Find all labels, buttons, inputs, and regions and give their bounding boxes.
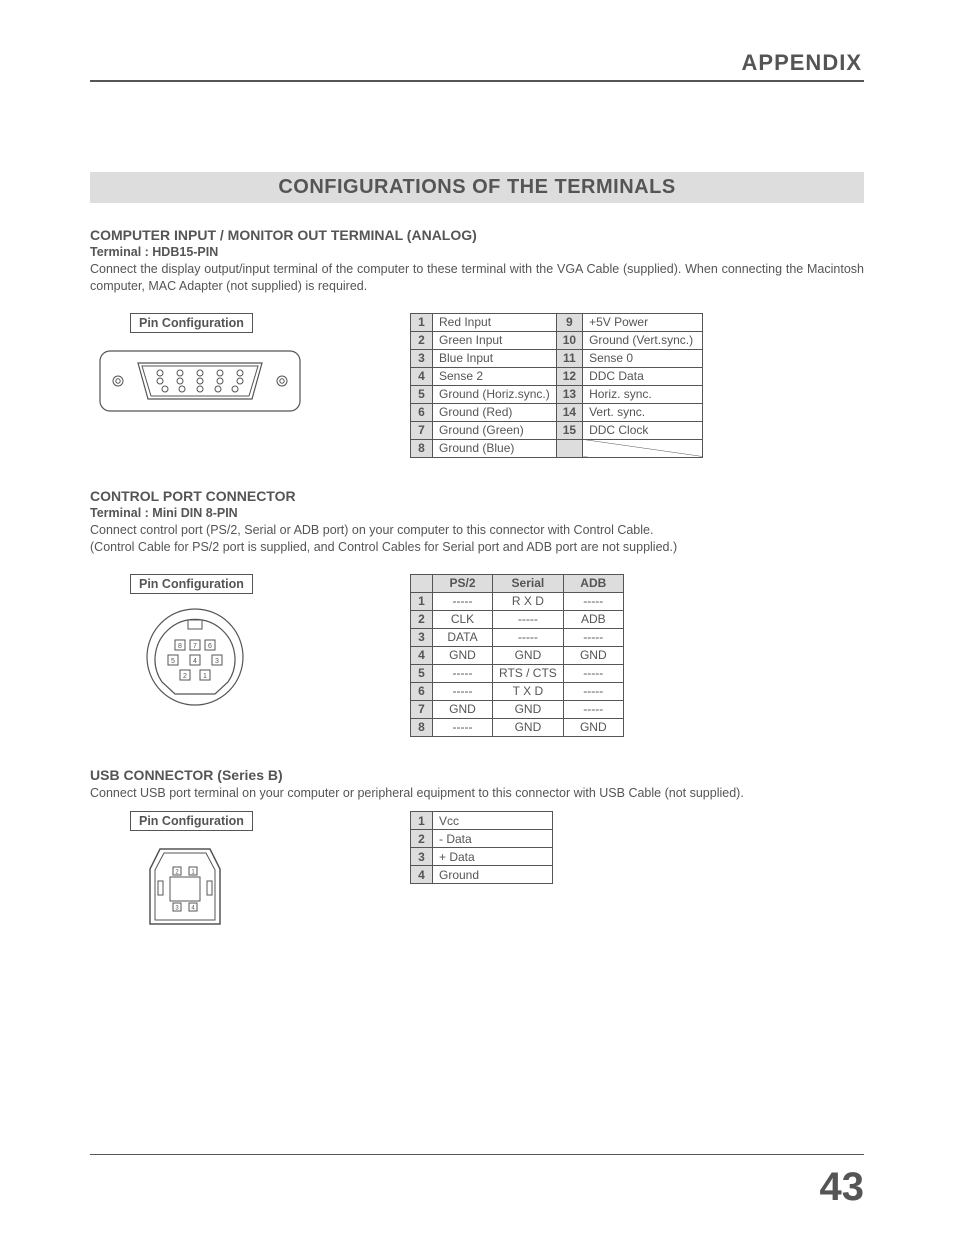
table-row: 1Vcc [411, 812, 553, 830]
control-port-table: PS/2 Serial ADB 1-----R X D----- 2CLK---… [410, 574, 624, 737]
table-header-row: PS/2 Serial ADB [411, 574, 624, 592]
hdb15-table-right: 9+5V Power 10Ground (Vert.sync.) 11Sense… [556, 313, 703, 458]
table-row: 1Red Input [411, 313, 557, 331]
minidin8-connector-icon: 8 7 6 5 4 3 2 1 [140, 602, 310, 712]
pin-config-label-1: Pin Configuration [130, 313, 253, 333]
table-row: 3+ Data [411, 848, 553, 866]
table-row: 4Sense 2 [411, 367, 557, 385]
table-row: 3Blue Input [411, 349, 557, 367]
table-row: 2- Data [411, 830, 553, 848]
svg-text:5: 5 [171, 658, 175, 665]
section1-subtitle: Terminal : HDB15-PIN [90, 245, 864, 259]
section3-row: Pin Configuration 2 1 3 4 1Vcc 2- Data [90, 811, 864, 939]
main-title: CONFIGURATIONS OF THE TERMINALS [90, 172, 864, 203]
section2-title: CONTROL PORT CONNECTOR [90, 488, 864, 504]
table-row: 2Green Input [411, 331, 557, 349]
table-row: 8-----GNDGND [411, 718, 624, 736]
section1-table-col: 1Red Input 2Green Input 3Blue Input 4Sen… [410, 313, 703, 458]
section3-title: USB CONNECTOR (Series B) [90, 767, 864, 783]
table-row: 11Sense 0 [556, 349, 702, 367]
header-divider [90, 80, 864, 82]
pin-config-label-2: Pin Configuration [130, 574, 253, 594]
table-row: 6-----T X D----- [411, 682, 624, 700]
table-row: 5-----RTS / CTS----- [411, 664, 624, 682]
hdb15-connector-icon [90, 341, 310, 421]
section3-table-col: 1Vcc 2- Data 3+ Data 4Ground [410, 811, 553, 884]
svg-text:3: 3 [215, 658, 219, 665]
section3-body: Connect USB port terminal on your comput… [90, 785, 864, 802]
section2-body2: (Control Cable for PS/2 port is supplied… [90, 539, 864, 556]
table-row: 9+5V Power [556, 313, 702, 331]
footer-divider [90, 1154, 864, 1155]
svg-text:2: 2 [183, 673, 187, 680]
table-row: 15DDC Clock [556, 421, 702, 439]
table-row: 4Ground [411, 866, 553, 884]
svg-text:1: 1 [203, 673, 207, 680]
section2-subtitle: Terminal : Mini DIN 8-PIN [90, 506, 864, 520]
page-content: APPENDIX CONFIGURATIONS OF THE TERMINALS… [0, 0, 954, 939]
hdb15-table-left: 1Red Input 2Green Input 3Blue Input 4Sen… [410, 313, 557, 458]
table-row: 7Ground (Green) [411, 421, 557, 439]
pin-config-label-3: Pin Configuration [130, 811, 253, 831]
table-row: 4GNDGNDGND [411, 646, 624, 664]
section1-row: Pin Configuration [90, 313, 864, 458]
svg-text:4: 4 [193, 658, 197, 665]
section1-diagram-col: Pin Configuration [90, 313, 310, 421]
table-row: 13Horiz. sync. [556, 385, 702, 403]
table-row: 10Ground (Vert.sync.) [556, 331, 702, 349]
usb-b-connector-icon: 2 1 3 4 [140, 839, 310, 939]
table-row: 6Ground (Red) [411, 403, 557, 421]
section2-body1: Connect control port (PS/2, Serial or AD… [90, 522, 864, 539]
page-number: 43 [820, 1165, 865, 1210]
table-row: 5Ground (Horiz.sync.) [411, 385, 557, 403]
section2-row: Pin Configuration 8 7 6 5 4 3 2 1 [90, 574, 864, 737]
section2-table-col: PS/2 Serial ADB 1-----R X D----- 2CLK---… [410, 574, 624, 737]
svg-text:6: 6 [208, 643, 212, 650]
header-title: APPENDIX [90, 50, 864, 76]
table-row: 8Ground (Blue) [411, 439, 557, 457]
svg-text:7: 7 [193, 643, 197, 650]
table-row: 12DDC Data [556, 367, 702, 385]
table-row: 14Vert. sync. [556, 403, 702, 421]
table-row: 7GNDGND----- [411, 700, 624, 718]
section1-body: Connect the display output/input termina… [90, 261, 864, 295]
section3-diagram-col: Pin Configuration 2 1 3 4 [90, 811, 310, 939]
table-row: 1-----R X D----- [411, 592, 624, 610]
usb-table: 1Vcc 2- Data 3+ Data 4Ground [410, 811, 553, 884]
section1-title: COMPUTER INPUT / MONITOR OUT TERMINAL (A… [90, 227, 864, 243]
svg-text:8: 8 [178, 643, 182, 650]
section2-diagram-col: Pin Configuration 8 7 6 5 4 3 2 1 [90, 574, 310, 712]
table-row: 3DATA---------- [411, 628, 624, 646]
table-row: 2CLK-----ADB [411, 610, 624, 628]
table-row [556, 439, 702, 457]
